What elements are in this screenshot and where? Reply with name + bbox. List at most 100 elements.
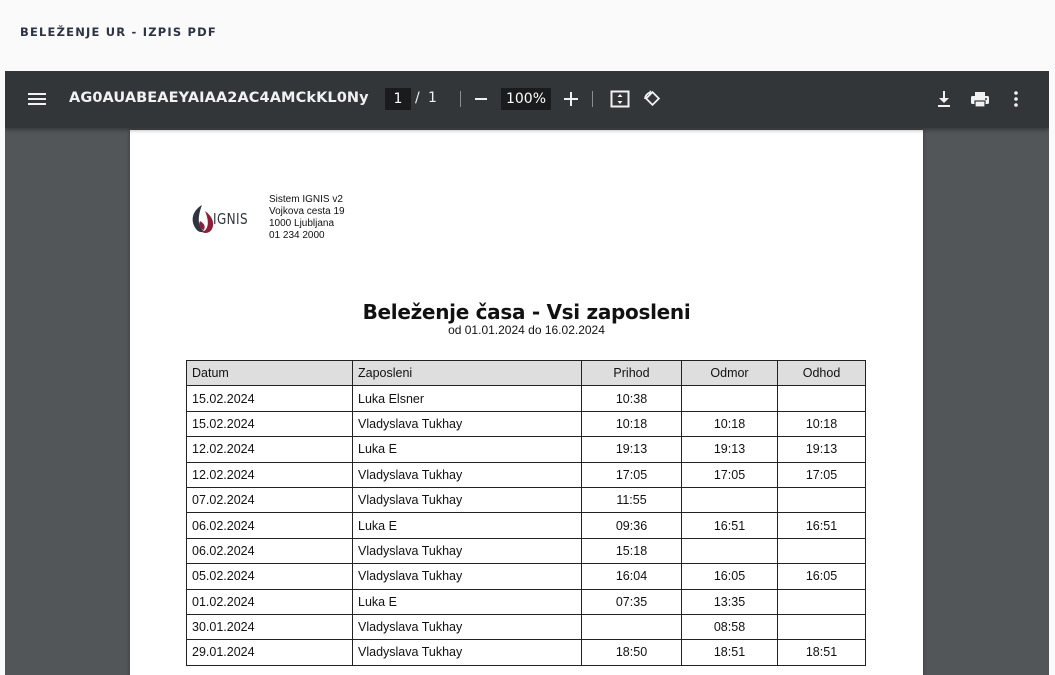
cell-prihod: 19:13 [581,436,682,463]
cell-datum: 06.02.2024 [186,512,353,539]
cell-odhod [777,588,866,615]
cell-zaposleni: Vladyslava Tukhay [352,639,582,666]
page-separator: / [415,90,420,106]
print-icon[interactable] [969,87,991,111]
cell-prihod [581,613,682,641]
table-row: 29.01.2024 Vladyslava Tukhay 18:50 18:51 18:… [186,639,866,666]
zoom-out-icon[interactable] [471,87,491,111]
cell-odhod: 18:51 [777,639,866,666]
cell-odhod: 16:51 [777,512,866,539]
cell-odmor: 16:05 [681,563,778,590]
cell-odmor: 10:18 [681,410,778,438]
cell-odmor [681,537,778,565]
page-total: 1 [428,90,437,106]
zoom-in-icon[interactable] [561,87,581,111]
page-number-input[interactable]: 1 [385,88,411,110]
cell-odhod: 19:13 [777,436,866,463]
table-row: 06.02.2024 Luka E 09:36 16:51 16:51 [186,512,866,539]
document-subtitle: od 01.01.2024 do 16.02.2024 [448,323,605,337]
header-odhod: Odhod [777,359,866,387]
cell-odhod [777,537,866,565]
cell-prihod: 15:18 [581,537,682,565]
cell-prihod: 11:55 [581,486,682,514]
cell-datum: 15.02.2024 [186,410,353,438]
table-row: 15.02.2024 Vladyslava Tukhay 10:18 10:18 10:… [186,410,866,438]
cell-odhod [777,385,866,412]
header-odmor: Odmor [681,359,778,387]
table-row: 01.02.2024 Luka E 07:35 13:35 [186,588,866,615]
rotate-icon[interactable] [641,87,663,111]
page-header: BELEŽENJE UR - IZPIS PDF [0,0,1055,71]
cell-odmor: 17:05 [681,461,778,488]
cell-odhod: 10:18 [777,410,866,438]
table-row: 12.02.2024 Luka E 19:13 19:13 19:13 [186,436,866,463]
cell-datum: 07.02.2024 [186,486,353,514]
pdf-viewer: AG0AUABEAEYAIAA2AC4AMCkKL0NyZWF... 1 / 1… [5,71,1049,675]
cell-odmor [681,385,778,412]
company-phone: 01 234 2000 [269,230,325,241]
cell-prihod: 16:04 [581,563,682,590]
header-datum: Datum [186,359,353,387]
cell-datum: 12.02.2024 [186,461,353,488]
cell-odhod [777,486,866,514]
cell-prihod: 10:38 [581,385,682,412]
company-street: Vojkova cesta 19 [269,206,345,217]
cell-datum: 30.01.2024 [186,613,353,641]
header-prihod: Prihod [581,359,682,387]
table-row: 07.02.2024 Vladyslava Tukhay 11:55 [186,486,866,514]
cell-zaposleni: Luka Elsner [352,385,582,412]
cell-zaposleni: Vladyslava Tukhay [352,613,582,641]
cell-zaposleni: Vladyslava Tukhay [352,461,582,488]
cell-prihod: 07:35 [581,588,682,615]
cell-zaposleni: Luka E [352,512,582,539]
pdf-filename: AG0AUABEAEYAIAA2AC4AMCkKL0NyZWF... [69,90,369,106]
toolbar-divider [592,91,593,107]
cell-odmor: 08:58 [681,613,778,641]
header-zaposleni: Zaposleni [352,359,582,387]
table-row: 12.02.2024 Vladyslava Tukhay 17:05 17:05 17:… [186,461,866,488]
table-body: 15.02.2024 Luka Elsner 10:38 15.02.2024 Vlad… [186,385,866,666]
document-title: Beleženje časa - Vsi zaposleni [362,300,691,324]
page-title: BELEŽENJE UR - IZPIS PDF [20,25,217,39]
cell-odmor: 13:35 [681,588,778,615]
more-vert-icon[interactable] [1005,87,1027,111]
cell-zaposleni: Vladyslava Tukhay [352,563,582,590]
cell-odmor: 19:13 [681,436,778,463]
cell-datum: 15.02.2024 [186,385,353,412]
cell-prihod: 09:36 [581,512,682,539]
fit-to-page-icon[interactable] [609,87,631,111]
company-city: 1000 Ljubljana [269,218,335,229]
cell-datum: 12.02.2024 [186,436,353,463]
logo-text: IGNIS [213,210,248,228]
cell-odhod [777,613,866,641]
cell-zaposleni: Vladyslava Tukhay [352,486,582,514]
menu-icon[interactable] [23,87,51,111]
pdf-toolbar: AG0AUABEAEYAIAA2AC4AMCkKL0NyZWF... 1 / 1… [5,71,1049,128]
cell-zaposleni: Vladyslava Tukhay [352,410,582,438]
cell-prihod: 10:18 [581,410,682,438]
table-row: 05.02.2024 Vladyslava Tukhay 16:04 16:05 16:… [186,563,866,590]
company-address: Sistem IGNIS v2 Vojkova cesta 19 1000 Lj… [269,194,345,242]
table-row: 15.02.2024 Luka Elsner 10:38 [186,385,866,412]
zoom-input[interactable]: 100% [501,88,551,110]
cell-datum: 05.02.2024 [186,563,353,590]
cell-odmor: 18:51 [681,639,778,666]
cell-prihod: 18:50 [581,639,682,666]
cell-odmor: 16:51 [681,512,778,539]
cell-odhod: 17:05 [777,461,866,488]
cell-zaposleni: Vladyslava Tukhay [352,537,582,565]
cell-datum: 06.02.2024 [186,537,353,565]
cell-datum: 01.02.2024 [186,588,353,615]
company-name: Sistem IGNIS v2 [269,194,343,205]
cell-datum: 29.01.2024 [186,639,353,666]
cell-zaposleni: Luka E [352,436,582,463]
pdf-page: IGNIS Sistem IGNIS v2 Vojkova cesta 19 1… [130,130,923,675]
table-row: 06.02.2024 Vladyslava Tukhay 15:18 [186,537,866,565]
toolbar-divider [460,91,461,107]
cell-zaposleni: Luka E [352,588,582,615]
table-row: 30.01.2024 Vladyslava Tukhay 08:58 [186,613,866,641]
cell-odmor [681,486,778,514]
time-log-table: Datum Zaposleni Prihod Odmor Odhod 15.02… [186,359,866,666]
cell-prihod: 17:05 [581,461,682,488]
download-icon[interactable] [933,87,955,111]
